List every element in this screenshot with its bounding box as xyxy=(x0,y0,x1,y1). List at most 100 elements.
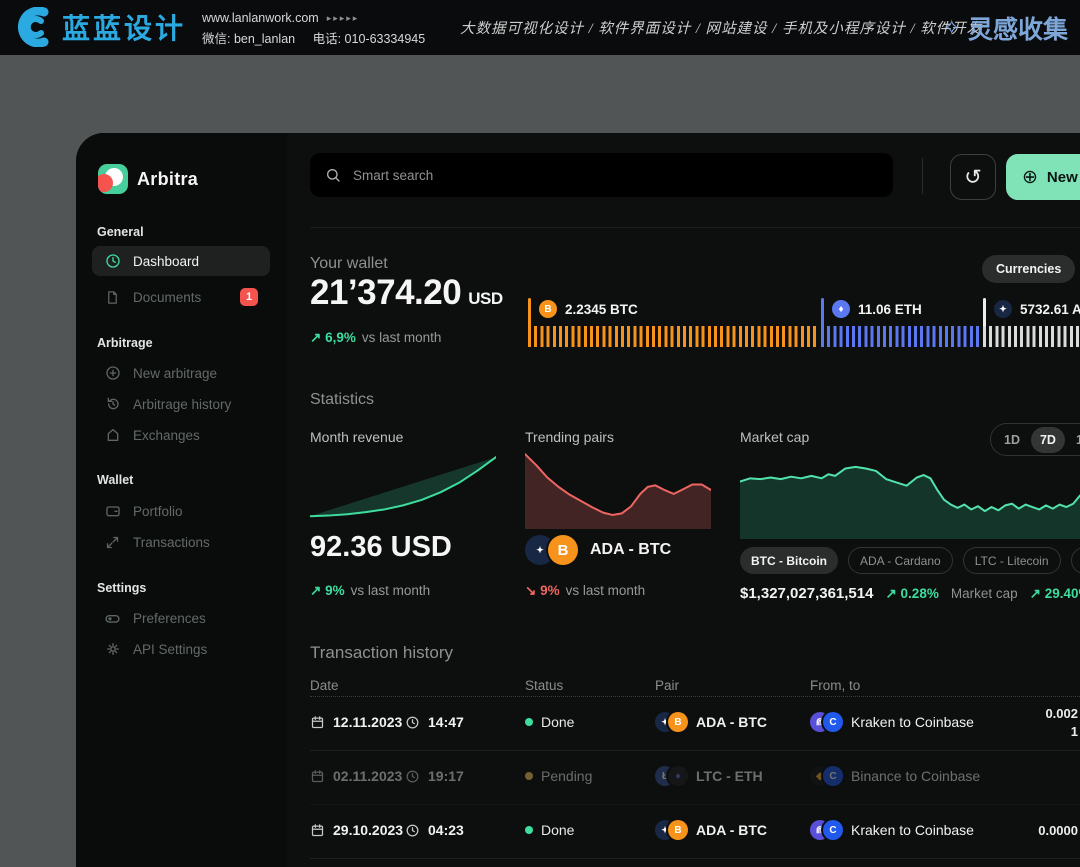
sidebar-section-general: General xyxy=(97,225,144,239)
trending-pair: ✦ B ADA - BTC xyxy=(525,535,671,565)
btc-bar xyxy=(528,326,818,347)
sidebar-item-dashboard[interactable]: Dashboard xyxy=(92,246,270,276)
toggle-icon xyxy=(104,610,121,627)
exchange-house-icon xyxy=(104,427,121,444)
lanlan-url[interactable]: www.lanlanwork.com xyxy=(202,8,319,29)
market-cap-stats: $1,327,027,361,514 ↗ 0.28% Market cap ↗ … xyxy=(740,585,1080,602)
btc-coin-icon: B xyxy=(548,535,578,565)
arbitra-logo-icon xyxy=(98,164,128,194)
sidebar-item-portfolio[interactable]: Portfolio xyxy=(92,496,270,526)
wallet-balance: 21’374.20USD xyxy=(310,273,503,313)
coinbase-icon: C xyxy=(823,712,843,732)
new-arbitrage-button[interactable]: ⊕ New arbitrage xyxy=(1006,154,1080,200)
sidebar-item-label: Preferences xyxy=(133,611,206,626)
sidebar-item-new-arbitrage[interactable]: New arbitrage xyxy=(92,358,270,388)
pill-ltc-litecoin[interactable]: LTC - Litecoin xyxy=(963,547,1061,574)
lanlan-logo[interactable]: 蓝蓝设计 xyxy=(12,7,186,47)
documents-badge: 1 xyxy=(240,288,258,306)
range-1d[interactable]: 1D xyxy=(995,427,1029,453)
history-button[interactable]: ↺ xyxy=(950,154,996,200)
table-row[interactable]: 12.11.2023 14:47 Done ✦BADA - BTC ⋒CKrak… xyxy=(310,697,1080,751)
sidebar-item-arbitrage-history[interactable]: Arbitrage history xyxy=(92,389,270,419)
btc-amount: 2.2345 BTC xyxy=(565,302,638,317)
month-revenue-value: 92.36 USD xyxy=(310,531,452,564)
range-1m[interactable]: 1M xyxy=(1067,427,1080,453)
tx-status: Done xyxy=(541,714,574,730)
trending-pair-label: ADA - BTC xyxy=(590,541,671,559)
wallet-currency: USD xyxy=(468,289,502,308)
sidebar-item-label: Transactions xyxy=(133,535,210,550)
transfer-arrows-icon xyxy=(104,534,121,551)
col-date: Date xyxy=(310,678,339,693)
month-revenue-chart xyxy=(310,453,496,521)
tx-route: Binance to Coinbase xyxy=(851,768,980,784)
sidebar: Arbitra General Dashboard Documents 1 Ar… xyxy=(76,133,287,867)
tx-pair: ADA - BTC xyxy=(696,714,767,730)
sidebar-item-label: Exchanges xyxy=(133,428,200,443)
month-revenue-label: Month revenue xyxy=(310,429,403,445)
pill-btc-bitcoin[interactable]: BTC - Bitcoin xyxy=(740,547,838,574)
history-icon: ↺ xyxy=(964,165,982,190)
clock-icon xyxy=(405,769,420,784)
lanlan-phone: 电话: 010-63334945 xyxy=(313,32,426,46)
dashboard-card: Arbitra General Dashboard Documents 1 Ar… xyxy=(76,133,1080,867)
search-box[interactable] xyxy=(310,153,893,197)
sidebar-section-arbitrage: Arbitrage xyxy=(97,336,153,350)
sidebar-item-label: New arbitrage xyxy=(133,366,217,381)
market-cap-value: $1,327,027,361,514 xyxy=(740,585,873,602)
dashboard-clock-icon xyxy=(104,253,121,270)
history-icon xyxy=(104,396,121,413)
ada-amount: 5732.61 ADA xyxy=(1020,302,1080,317)
toggle-currencies[interactable]: Currencies xyxy=(982,255,1075,283)
search-icon xyxy=(325,167,341,183)
pill-eth-ethereum[interactable]: ETH - Ethereum xyxy=(1071,547,1080,574)
col-pair: Pair xyxy=(655,678,679,693)
coinbase-icon: C xyxy=(823,766,843,786)
sidebar-item-api-settings[interactable]: API Settings xyxy=(92,634,270,664)
sidebar-item-label: Documents xyxy=(133,290,201,305)
plus-circle-icon xyxy=(104,365,121,382)
table-row[interactable]: 02.11.2023 19:17 Pending Ł♦LTC - ETH ◆CB… xyxy=(310,751,1080,805)
sidebar-item-label: API Settings xyxy=(133,642,207,657)
trending-pairs-label: Trending pairs xyxy=(525,429,614,445)
tx-pair: LTC - ETH xyxy=(696,768,763,784)
tx-date: 02.11.2023 xyxy=(333,768,402,784)
eth-coin-icon: ♦ xyxy=(668,766,688,786)
ada-coin-icon: ✦ xyxy=(994,300,1012,318)
sidebar-item-preferences[interactable]: Preferences xyxy=(92,603,270,633)
search-input[interactable] xyxy=(351,167,831,184)
arbitra-brand: Arbitra xyxy=(137,169,198,190)
status-dot xyxy=(525,826,533,834)
market-cap-label: Market cap xyxy=(740,429,809,445)
topbar-divider xyxy=(922,158,923,194)
tx-route: Kraken to Coinbase xyxy=(851,714,974,730)
wallet-title: Your wallet xyxy=(310,255,388,273)
range-7d[interactable]: 7D xyxy=(1031,427,1065,453)
wallet-icon xyxy=(104,503,121,520)
btc-coin-icon: B xyxy=(539,300,557,318)
wallet-view-toggle: Currencies Exchanges xyxy=(982,255,1080,283)
section-divider xyxy=(310,227,1080,228)
ada-bar xyxy=(983,326,1080,347)
tx-time: 14:47 xyxy=(428,714,464,730)
lanlan-brand-text: 蓝蓝设计 xyxy=(62,7,186,47)
transaction-history-title: Transaction history xyxy=(310,643,453,663)
inspiration-collect[interactable]: ✧ 灵感收集 xyxy=(943,0,1068,55)
pill-ada-cardano[interactable]: ADA - Cardano xyxy=(848,547,953,574)
tx-time: 04:23 xyxy=(428,822,464,838)
tx-status: Done xyxy=(541,822,574,838)
screenshot-stage: 蓝蓝设计 www.lanlanwork.com ▸▸▸▸▸ 微信: ben_la… xyxy=(0,0,1080,867)
sidebar-section-settings: Settings xyxy=(97,581,146,595)
api-gear-icon xyxy=(104,641,121,658)
sidebar-item-documents[interactable]: Documents 1 xyxy=(92,282,270,312)
sidebar-item-exchanges[interactable]: Exchanges xyxy=(92,420,270,450)
coinbase-icon: C xyxy=(823,820,843,840)
month-revenue-delta: ↗ 9%vs last month xyxy=(310,583,430,599)
table-row[interactable]: 29.10.2023 04:23 Done ✦BADA - BTC ⋒CKrak… xyxy=(310,805,1080,859)
inspiration-collect-label: 灵感收集 xyxy=(968,10,1068,46)
main-content: ↺ ⊕ New arbitrage Your wallet 21’374.20U… xyxy=(310,133,1080,867)
sidebar-item-transactions[interactable]: Transactions xyxy=(92,527,270,557)
sidebar-item-label: Arbitrage history xyxy=(133,397,231,412)
market-cap-chart xyxy=(740,457,1080,539)
volume-delta: ↗ 29.40% xyxy=(1030,586,1080,602)
